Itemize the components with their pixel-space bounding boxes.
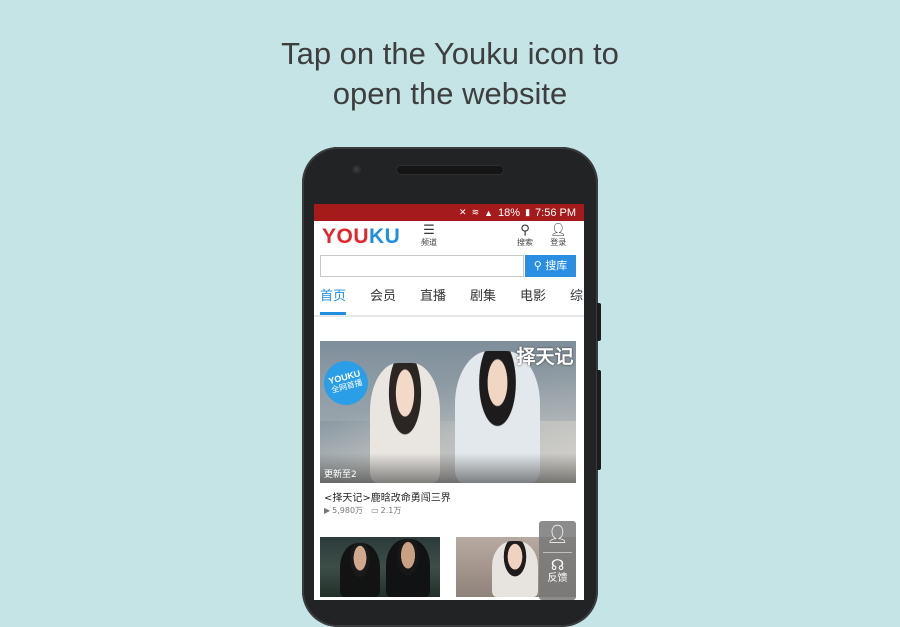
comment-icon: ▭ [371, 506, 379, 515]
mute-icon: ✕ [459, 207, 467, 217]
battery-icon: ▮ [525, 207, 531, 217]
menu-icon: ☰ [423, 223, 435, 238]
phone-screen: ✕ ≋ ▲ 18% ▮ 7:56 PM YOUKU ☰ 频道 ⚲ 搜索 👤︎ 登… [314, 204, 584, 600]
tab-series[interactable]: 剧集 [470, 289, 496, 305]
tab-live[interactable]: 直播 [420, 289, 446, 305]
floating-feedback-panel[interactable]: 👤︎ ☊ 反馈 [539, 521, 576, 600]
site-header: YOUKU ☰ 频道 ⚲ 搜索 👤︎ 登录 [314, 221, 584, 251]
clock: 7:56 PM [535, 206, 576, 219]
search-input[interactable] [320, 255, 524, 277]
show-title-art: 择天记 [516, 346, 574, 368]
battery-percent: 18% [498, 206, 521, 219]
tab-home[interactable]: 首页 [320, 289, 346, 305]
volume-button [597, 303, 601, 341]
feedback-label: 反馈 [547, 573, 568, 584]
active-tab-indicator [320, 312, 346, 315]
video-thumbnail-1[interactable] [320, 537, 440, 597]
login-label: 登录 [550, 238, 567, 247]
search-label: 搜索 [517, 238, 533, 247]
view-count: 5,980万 [332, 506, 364, 515]
tab-movies[interactable]: 电影 [520, 289, 546, 305]
user-icon[interactable]: 👤︎ [539, 524, 576, 546]
login-button[interactable]: 👤︎ 登录 [550, 224, 567, 248]
front-camera-icon [352, 165, 361, 174]
earpiece-speaker [396, 165, 504, 175]
instruction-line-2: open the website [332, 76, 568, 111]
wifi-icon: ≋ [471, 207, 480, 217]
user-icon: 👤︎ [550, 223, 567, 238]
comment-count: 2.1万 [380, 506, 402, 515]
status-bar: ✕ ≋ ▲ 18% ▮ 7:56 PM [314, 204, 584, 221]
banner-caption[interactable]: <择天记>鹿晗改命勇闯三界 [324, 489, 451, 504]
channel-menu-button[interactable]: ☰ 频道 [421, 224, 437, 248]
search-icon: ⚲ [520, 223, 530, 238]
headset-icon: ☊ [550, 556, 565, 574]
power-button [597, 370, 601, 470]
banner-stats: ▶ 5,980万 ▭ 2.1万 [324, 505, 401, 516]
category-tabs: 首页 会员 直播 剧集 电影 综 [314, 285, 584, 317]
play-count-icon: ▶ [324, 506, 331, 515]
episode-status: 更新至2 [324, 470, 357, 480]
search-icon: ⚲ [533, 259, 542, 272]
tab-vip[interactable]: 会员 [370, 289, 396, 305]
featured-banner[interactable]: YOUKU 全网首播 择天记 更新至2 [320, 341, 576, 483]
youku-logo[interactable]: YOUKU [322, 226, 400, 247]
search-submit-button[interactable]: ⚲ 搜库 [525, 255, 576, 277]
channel-menu-label: 频道 [421, 238, 437, 247]
search-button[interactable]: ⚲ 搜索 [517, 224, 533, 248]
search-bar: ⚲ 搜库 [314, 251, 584, 285]
instruction-line-1: Tap on the Youku icon to [281, 36, 619, 71]
search-submit-label: 搜库 [545, 259, 568, 272]
signal-icon: ▲ [484, 207, 494, 218]
tab-variety[interactable]: 综 [570, 289, 583, 305]
instruction-text: Tap on the Youku icon to open the websit… [0, 34, 900, 114]
